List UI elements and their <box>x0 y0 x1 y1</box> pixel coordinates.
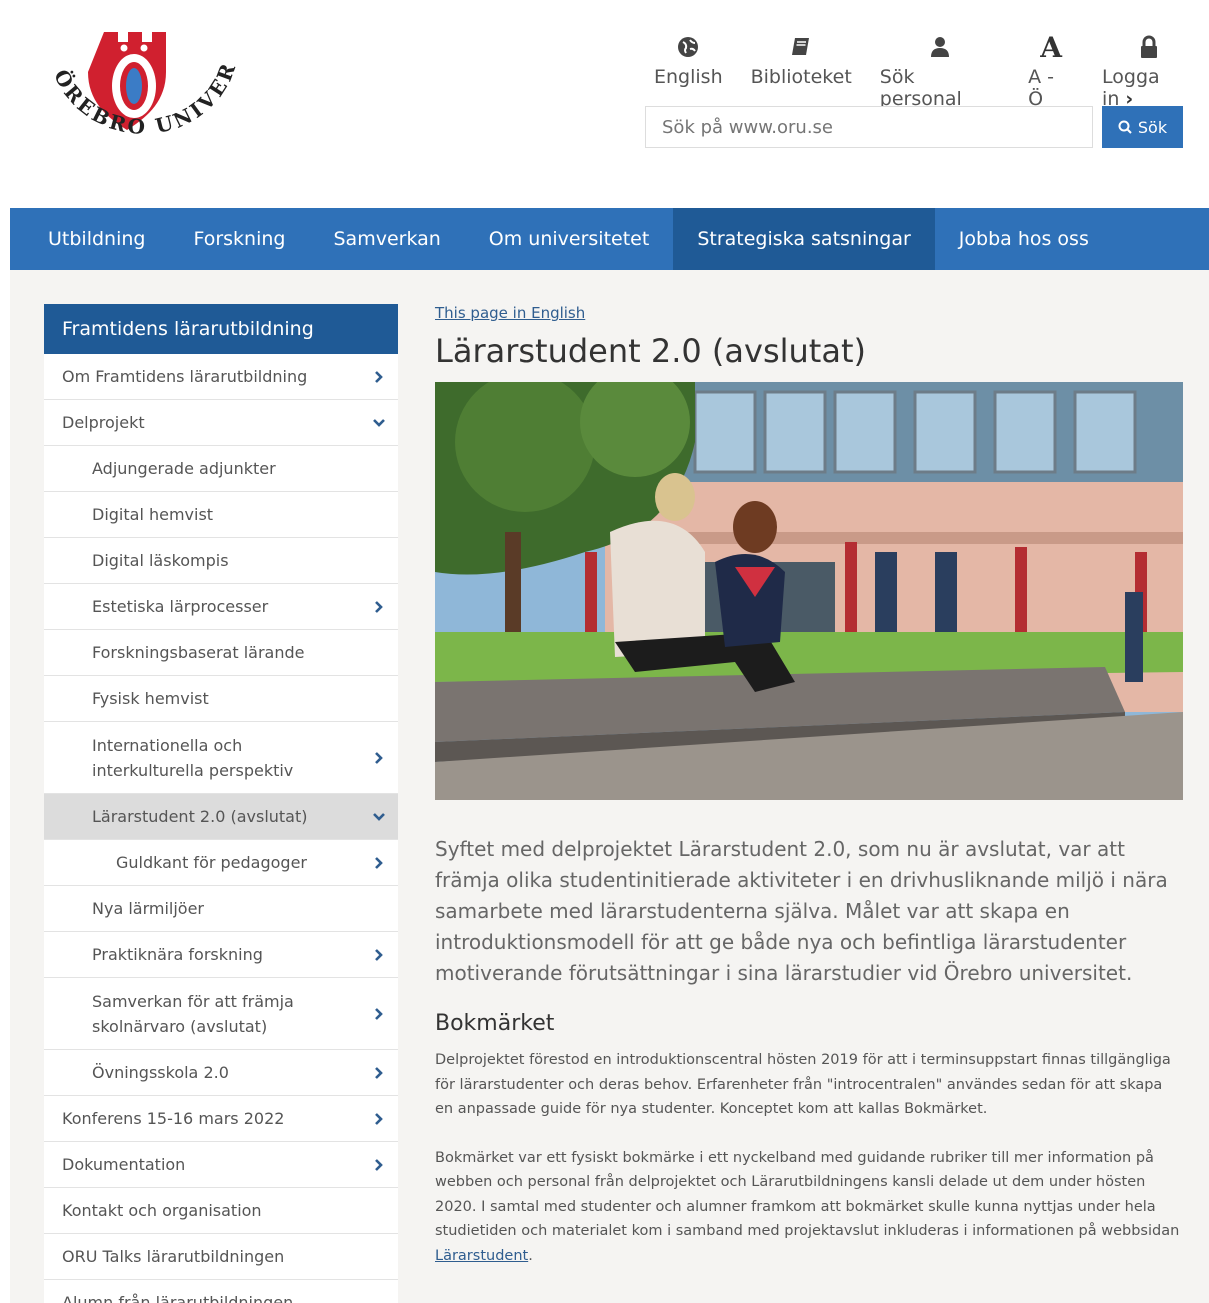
sidebar-nav: Framtidens lärarutbildning Om Framtidens… <box>44 304 398 1303</box>
chevron-right-icon <box>375 948 383 961</box>
sidebar-item-label: Internationella och interkulturella pers… <box>92 735 294 780</box>
hero-image <box>435 382 1183 800</box>
sidebar-item[interactable]: Dokumentation <box>44 1142 398 1188</box>
body-paragraph-2-text: Bokmärket var ett fysiskt bokmärke i ett… <box>435 1149 1180 1240</box>
sidebar-item[interactable]: Samverkan för att främja skolnärvaro (av… <box>44 978 398 1050</box>
english-link[interactable]: English <box>640 32 737 110</box>
sidebar-item[interactable]: Kontakt och organisation <box>44 1188 398 1234</box>
sidebar-item-label: Delprojekt <box>62 413 145 432</box>
sidebar-item-label: Praktiknära forskning <box>92 945 263 964</box>
search-icon <box>1118 120 1132 134</box>
sidebar-item-label: Fysisk hemvist <box>92 689 209 708</box>
sidebar-item-label: Digital läskompis <box>92 551 229 570</box>
search-button-label: Sök <box>1137 117 1168 137</box>
a-z-link[interactable]: A A - Ö <box>1014 30 1088 111</box>
sidebar-item[interactable]: Forskningsbaserat lärande <box>44 630 398 676</box>
sidebar-item-label: Kontakt och organisation <box>62 1201 262 1220</box>
sidebar-item-label: Estetiska lärprocesser <box>92 597 269 616</box>
sidebar-item[interactable]: Internationella och interkulturella pers… <box>44 722 398 794</box>
nav-jobba-hos-oss[interactable]: Jobba hos oss <box>935 208 1113 270</box>
nav-samverkan[interactable]: Samverkan <box>309 208 464 270</box>
nav-utbildning[interactable]: Utbildning <box>10 208 169 270</box>
sidebar-item-label: Adjungerade adjunkter <box>92 459 276 478</box>
chevron-right-icon <box>375 1007 383 1020</box>
sidebar-item-label: Samverkan för att främja skolnärvaro (av… <box>92 991 294 1036</box>
lead-paragraph: Syftet med delprojektet Lärarstudent 2.0… <box>435 837 1168 985</box>
sidebar-item-label: Forskningsbaserat lärande <box>92 643 305 662</box>
site-header: ÖREBRO UNIVERSITET English Biblioteket S… <box>0 0 1209 208</box>
section-heading: Bokmärket <box>435 1011 555 1036</box>
book-icon <box>789 32 813 62</box>
english-page-link[interactable]: This page in English <box>435 304 1183 322</box>
chevron-right-icon <box>375 370 383 383</box>
lock-icon <box>1138 32 1160 62</box>
sidebar-item[interactable]: Lärarstudent 2.0 (avslutat) <box>44 794 398 840</box>
search-input[interactable] <box>645 106 1093 148</box>
main-nav: Utbildning Forskning Samverkan Om univer… <box>10 208 1209 270</box>
chevron-right-icon <box>375 1066 383 1079</box>
chevron-right-icon <box>375 856 383 869</box>
body-paragraph-2-end: . <box>528 1247 533 1264</box>
body-paragraph-2: Bokmärket var ett fysiskt bokmärke i ett… <box>435 1146 1183 1269</box>
sidebar-item[interactable]: Estetiska lärprocesser <box>44 584 398 630</box>
sidebar-item[interactable]: Konferens 15-16 mars 2022 <box>44 1096 398 1142</box>
letter-a-icon: A <box>1040 30 1062 64</box>
sidebar-item-label: Om Framtidens lärarutbildning <box>62 367 308 386</box>
sidebar-item[interactable]: Adjungerade adjunkter <box>44 446 398 492</box>
sidebar-item-label: Alumn från lärarutbildningen <box>62 1293 294 1303</box>
sidebar-item[interactable]: Om Framtidens lärarutbildning <box>44 354 398 400</box>
globe-icon <box>676 32 700 62</box>
chevron-down-icon <box>373 418 385 427</box>
chevron-down-icon <box>373 812 385 821</box>
article: This page in English Lärarstudent 2.0 (a… <box>435 304 1183 1268</box>
utility-nav: English Biblioteket Sök personal A A - Ö… <box>640 30 1209 111</box>
sidebar-item-label: Lärarstudent 2.0 (avslutat) <box>92 807 308 826</box>
sidebar-item[interactable]: Alumn från lärarutbildningen <box>44 1280 398 1303</box>
chevron-right-icon <box>375 1158 383 1171</box>
nav-forskning[interactable]: Forskning <box>169 208 309 270</box>
sidebar-item-label: Övningsskola 2.0 <box>92 1063 229 1082</box>
site-search: Sök <box>645 106 1183 148</box>
chevron-right-icon <box>375 600 383 613</box>
sidebar-item[interactable]: Övningsskola 2.0 <box>44 1050 398 1096</box>
sidebar-item-label: Guldkant för pedagoger <box>116 853 307 872</box>
chevron-right-icon <box>375 1112 383 1125</box>
sidebar-item-label: Dokumentation <box>62 1155 186 1174</box>
login-link[interactable]: Logga in › <box>1088 32 1209 110</box>
sidebar-item[interactable]: Fysisk hemvist <box>44 676 398 722</box>
sidebar-item-label: Digital hemvist <box>92 505 214 524</box>
university-logo[interactable]: ÖREBRO UNIVERSITET <box>27 5 256 194</box>
person-icon <box>928 32 952 62</box>
sidebar-title[interactable]: Framtidens lärarutbildning <box>44 304 398 354</box>
library-link[interactable]: Biblioteket <box>737 32 866 110</box>
sidebar-item[interactable]: Digital läskompis <box>44 538 398 584</box>
body-paragraph-1: Delprojektet förestod en introduktionsce… <box>435 1052 1171 1117</box>
lararstudent-link[interactable]: Lärarstudent <box>435 1248 528 1264</box>
staff-search-link[interactable]: Sök personal <box>866 32 1014 110</box>
nav-strategiska-satsningar[interactable]: Strategiska satsningar <box>673 208 935 270</box>
sidebar-item-label: Konferens 15-16 mars 2022 <box>62 1109 285 1128</box>
sidebar-list: Om Framtidens lärarutbildning Delprojekt A… <box>44 354 398 1303</box>
sidebar-item-label: ORU Talks lärarutbildningen <box>62 1247 285 1266</box>
nav-om-universitetet[interactable]: Om universitetet <box>465 208 674 270</box>
page-title: Lärarstudent 2.0 (avslutat) <box>435 332 866 370</box>
chevron-right-icon <box>375 751 383 764</box>
search-button[interactable]: Sök <box>1102 106 1183 148</box>
sidebar-item[interactable]: Praktiknära forskning <box>44 932 398 978</box>
sidebar-item[interactable]: Guldkant för pedagoger <box>44 840 398 886</box>
sidebar-item[interactable]: ORU Talks lärarutbildningen <box>44 1234 398 1280</box>
sidebar-item[interactable]: Digital hemvist <box>44 492 398 538</box>
sidebar-item[interactable]: Nya lärmiljöer <box>44 886 398 932</box>
sidebar-item-label: Nya lärmiljöer <box>92 899 205 918</box>
sidebar-item[interactable]: Delprojekt <box>44 400 398 446</box>
